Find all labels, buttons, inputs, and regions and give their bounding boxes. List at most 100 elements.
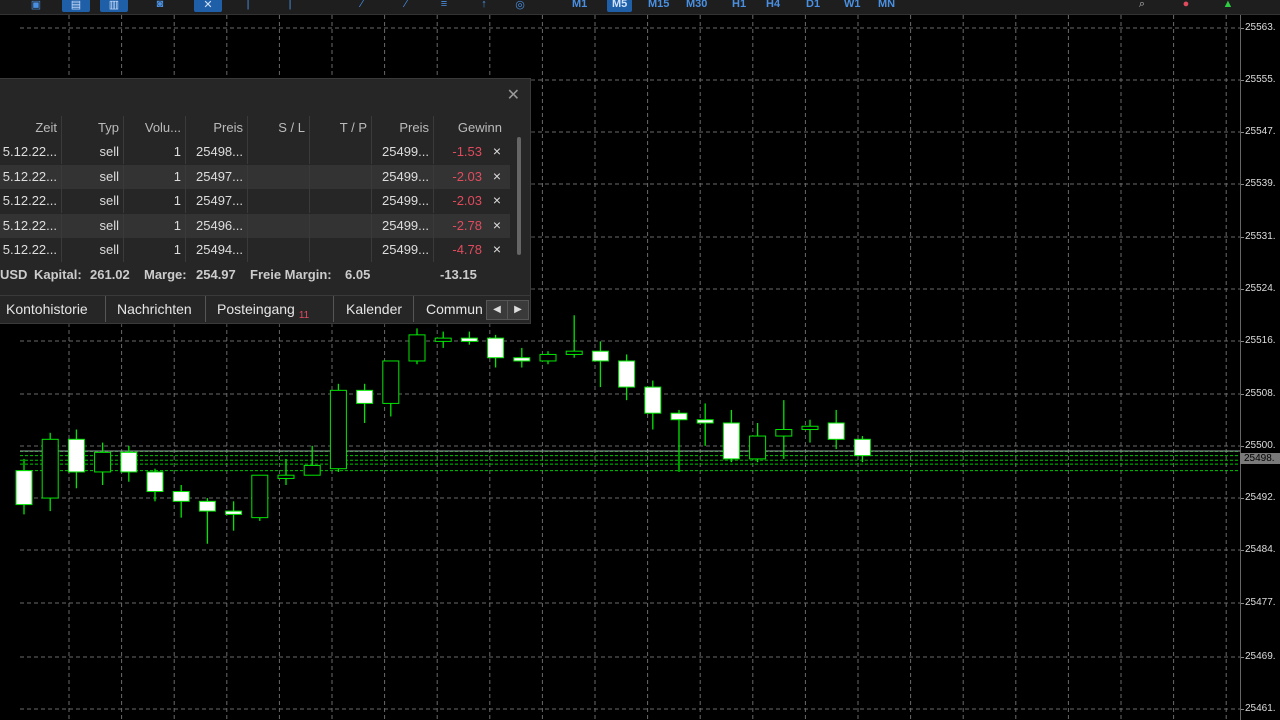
channel-icon[interactable]: ∕ (392, 0, 420, 12)
cell-profit: -2.03 (452, 193, 482, 208)
timeframe-3-button[interactable]: M30 (681, 0, 712, 12)
cell-price: 25499... (372, 164, 434, 189)
price-tick-mark (1241, 237, 1244, 238)
chart-toolbar: ▣ ▤ ▥ ◙ ✕ | | ∕ ∕ ≡ ↑ ◎ M1 M5 M15 M30 H1 H4 D1… (0, 0, 1280, 15)
cell-type: sell (62, 213, 124, 238)
price-tick-label: 25469. (1245, 651, 1276, 662)
bar-chart-icon[interactable]: ▤ (62, 0, 90, 12)
column-header-time[interactable]: Zeit (0, 116, 62, 140)
price-tick-mark (1241, 603, 1244, 604)
cell-volume: 1 (124, 213, 186, 238)
tab-label: Kalender (346, 301, 403, 317)
price-tick-label: 25500. (1245, 440, 1276, 451)
cell-open-price: 25497... (186, 189, 248, 213)
toolbox-panel: ✕ Zeit Typ Volu... Preis S / L T / P Pre… (0, 78, 531, 324)
close-position-icon[interactable]: × (488, 189, 506, 213)
cell-price: 25499... (372, 189, 434, 213)
arrow-icon[interactable]: ↑ (470, 0, 498, 12)
timeframe-0-button[interactable]: M1 (567, 0, 592, 12)
notification-icon[interactable]: ● (1172, 0, 1200, 12)
column-header-volume[interactable]: Volu... (124, 116, 186, 140)
price-tick-label: 25492. (1245, 492, 1276, 503)
candle-body (277, 474, 295, 479)
column-header-open-price[interactable]: Preis (186, 116, 248, 140)
timeframe-6-button[interactable]: D1 (801, 0, 825, 12)
timeframe-1-button[interactable]: M5 (607, 0, 633, 12)
cell-profit: -2.78 (452, 217, 482, 233)
price-tick-mark (1241, 132, 1244, 133)
column-header-sl[interactable]: S / L (248, 116, 310, 140)
tabs-scroll-right-icon[interactable]: ▶ (507, 300, 529, 320)
close-position-icon[interactable]: × (488, 165, 506, 189)
candle-body (749, 435, 767, 460)
timeframe-4-button[interactable]: H1 (727, 0, 751, 12)
candle (670, 409, 688, 472)
close-position-icon[interactable]: × (488, 140, 506, 164)
timeframe-7-button[interactable]: W1 (839, 0, 866, 12)
candle (225, 501, 243, 531)
shapes-icon[interactable]: ◎ (506, 0, 534, 12)
camera-icon[interactable]: ◙ (146, 0, 174, 12)
trendline-icon[interactable]: ∕ (348, 0, 376, 12)
candle-body (539, 353, 557, 362)
cell-sl (248, 140, 310, 164)
cell-tp (310, 238, 372, 262)
vertical-line-icon[interactable]: | (234, 0, 262, 12)
price-tick-label: 25555. (1245, 74, 1276, 85)
candle-body (356, 389, 374, 404)
price-tick-mark (1241, 394, 1244, 395)
tab-inbox[interactable]: Posteingang 11 (206, 296, 334, 322)
timeframe-8-button[interactable]: MN (873, 0, 900, 12)
candle-body (827, 422, 845, 440)
cell-open-price: 25496... (186, 213, 248, 238)
price-tick-label: 25547. (1245, 126, 1276, 137)
tab-calendar[interactable]: Kalender (334, 296, 414, 322)
candle (513, 347, 531, 368)
cell-type: sell (62, 140, 124, 164)
column-header-tp[interactable]: T / P (310, 116, 372, 140)
tab-community[interactable]: Commun (414, 296, 486, 322)
candle-body (644, 386, 662, 414)
candle (801, 419, 819, 443)
candlestick-chart-icon[interactable]: ▥ (100, 0, 128, 12)
tabs-scroll-left-icon[interactable]: ◀ (486, 300, 508, 320)
chart-window-icon[interactable]: ▣ (22, 0, 50, 12)
cell-profit: -2.03 (452, 168, 482, 184)
tab-account-history[interactable]: Kontohistorie (0, 296, 106, 322)
price-tick-mark (1241, 498, 1244, 499)
cell-profit: -1.53 (452, 144, 482, 159)
table-row[interactable]: 5.12.22... sell 1 25496... 25499... -2.78 × (0, 213, 510, 238)
close-position-icon[interactable]: × (488, 214, 506, 238)
price-tick-label: 25539. (1245, 178, 1276, 189)
candle-body (303, 464, 321, 476)
table-row[interactable]: 5.12.22... sell 1 25494... 25499... -4.78 × (0, 238, 510, 262)
candle-body (67, 438, 85, 473)
candle-body (408, 334, 426, 362)
tab-news[interactable]: Nachrichten (106, 296, 206, 322)
timeframe-2-button[interactable]: M15 (643, 0, 674, 12)
candle (408, 328, 426, 365)
timeframe-5-button[interactable]: H4 (761, 0, 785, 12)
cell-time: 5.12.22... (0, 238, 62, 262)
fibonacci-icon[interactable]: ≡ (430, 0, 458, 12)
currency-label: USD (0, 267, 28, 282)
crosshair-icon[interactable]: ✕ (194, 0, 222, 12)
scrollbar[interactable] (517, 137, 521, 255)
signal-icon[interactable]: ▲ (1214, 0, 1242, 12)
column-header-type[interactable]: Typ (62, 116, 124, 140)
account-summary: USD Kapital: 261.02 Marge: 254.97 Freie … (0, 264, 510, 286)
horizontal-line-icon[interactable]: | (276, 0, 304, 12)
column-header-profit[interactable]: Gewinn (434, 116, 506, 140)
price-tick-label: 25516. (1245, 335, 1276, 346)
close-position-icon[interactable]: × (488, 238, 506, 262)
search-icon[interactable]: ⌕ (1128, 0, 1156, 12)
table-row[interactable]: 5.12.22... sell 1 25497... 25499... -2.03 × (0, 164, 510, 189)
price-tick-label: 25477. (1245, 597, 1276, 608)
cell-volume: 1 (124, 164, 186, 189)
candle (198, 498, 216, 544)
table-row[interactable]: 5.12.22... sell 1 25497... 25499... -2.03 × (0, 189, 510, 213)
column-header-price[interactable]: Preis (372, 116, 434, 140)
candle-body (198, 500, 216, 512)
table-row[interactable]: 5.12.22... sell 1 25498... 25499... -1.53 × (0, 140, 510, 164)
close-icon[interactable]: ✕ (507, 85, 520, 105)
